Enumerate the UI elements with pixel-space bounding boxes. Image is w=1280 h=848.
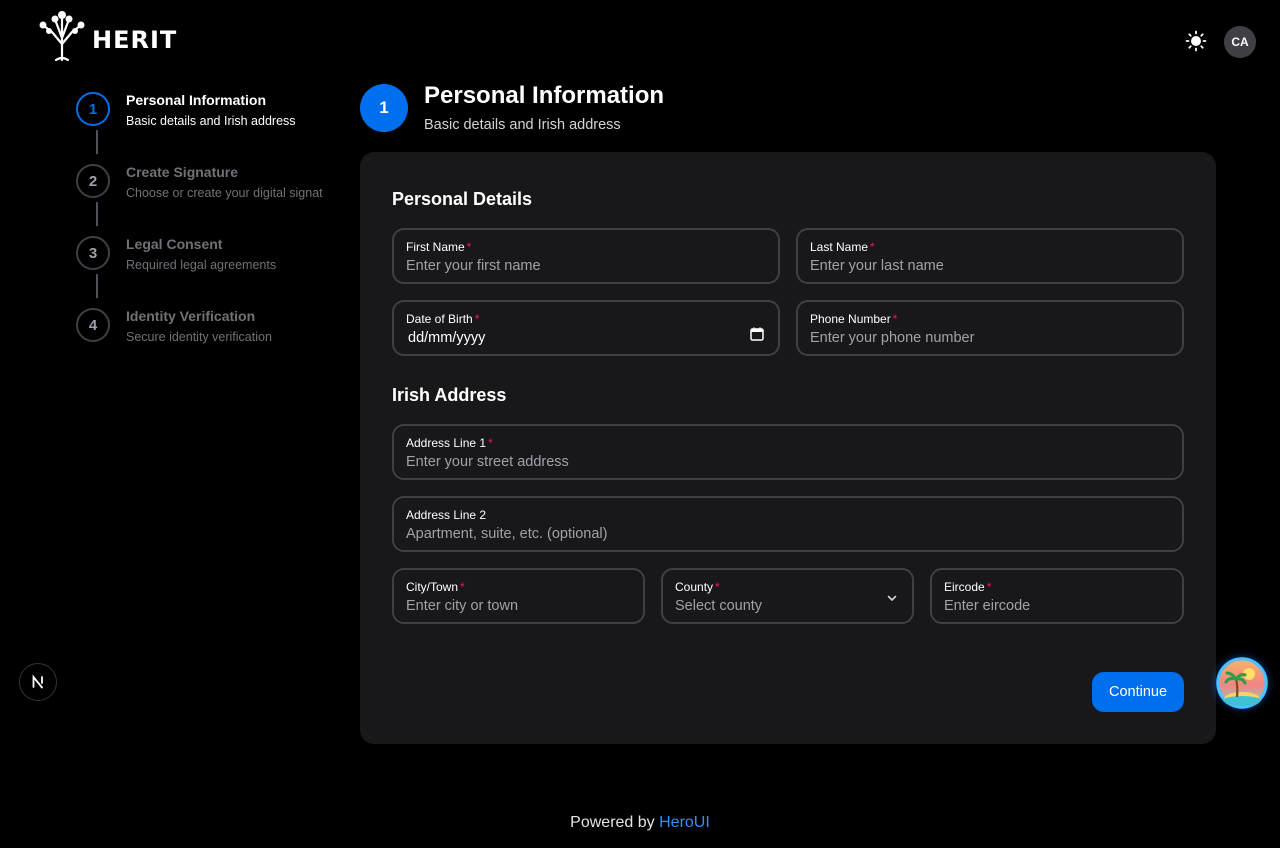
step-description: Required legal agreements bbox=[126, 258, 277, 272]
irish-address-heading: Irish Address bbox=[392, 385, 507, 405]
phone-label: Phone Number bbox=[810, 312, 891, 326]
logo-text: HERIT bbox=[92, 26, 178, 54]
user-avatar[interactable]: CA bbox=[1224, 26, 1256, 58]
required-marker: * bbox=[870, 240, 875, 254]
beach-island-icon bbox=[1216, 657, 1268, 709]
address-line-2-field[interactable]: Address Line 2 Apartment, suite, etc. (o… bbox=[392, 496, 1184, 552]
step-connector bbox=[96, 130, 98, 154]
required-marker: * bbox=[892, 312, 898, 326]
section-number-badge: 1 bbox=[360, 84, 408, 132]
required-marker: * bbox=[474, 312, 480, 326]
eircode-field[interactable]: Eircode * Enter eircode bbox=[930, 568, 1184, 624]
phone-number-field[interactable]: Phone Number * Enter your phone number bbox=[796, 300, 1184, 356]
tree-logo-icon bbox=[39, 11, 85, 62]
step-number: 1 bbox=[76, 92, 110, 126]
sun-icon bbox=[1185, 30, 1207, 52]
step-identity-verification[interactable]: 4 Identity Verification Secure identity … bbox=[76, 304, 346, 376]
progress-stepper: 1 Personal Information Basic details and… bbox=[76, 88, 346, 376]
address-line-1-label: Address Line 1 bbox=[406, 436, 487, 450]
heroui-link[interactable]: HeroUI bbox=[659, 814, 710, 831]
step-description: Secure identity verification bbox=[126, 330, 272, 344]
required-marker: * bbox=[715, 580, 720, 594]
floating-assistant-button[interactable] bbox=[1216, 657, 1268, 709]
step-number: 2 bbox=[76, 164, 110, 198]
form-card: Personal Details First Name * Enter your … bbox=[360, 152, 1216, 744]
required-marker: * bbox=[466, 240, 472, 254]
county-select[interactable]: County * Select county bbox=[661, 568, 914, 624]
step-connector bbox=[96, 274, 98, 298]
chevron-down-icon bbox=[887, 595, 897, 601]
date-of-birth-field[interactable]: Date of Birth * dd/mm/yyyy bbox=[392, 300, 780, 356]
step-connector bbox=[96, 202, 98, 226]
step-title: Create Signature bbox=[126, 164, 239, 180]
first-name-placeholder: Enter your first name bbox=[406, 258, 541, 274]
continue-button[interactable]: Continue bbox=[1092, 672, 1184, 712]
herit-logo[interactable]: HERIT bbox=[36, 8, 177, 62]
step-number: 4 bbox=[76, 308, 110, 342]
eircode-label: Eircode bbox=[944, 580, 985, 594]
city-placeholder: Enter city or town bbox=[406, 598, 519, 614]
required-marker: * bbox=[460, 580, 465, 594]
last-name-label: Last Name bbox=[810, 240, 869, 254]
dob-label: Date of Birth bbox=[406, 312, 473, 326]
city-label: City/Town bbox=[406, 580, 459, 594]
step-description: Basic details and Irish address bbox=[126, 114, 296, 128]
address-line-1-placeholder: Enter your street address bbox=[406, 454, 569, 470]
step-create-signature[interactable]: 2 Create Signature Choose or create your… bbox=[76, 160, 346, 232]
address-line-2-placeholder: Apartment, suite, etc. (optional) bbox=[406, 526, 608, 542]
first-name-label: First Name bbox=[406, 240, 465, 254]
step-personal-information[interactable]: 1 Personal Information Basic details and… bbox=[76, 88, 346, 160]
step-number: 3 bbox=[76, 236, 110, 270]
county-label: County bbox=[675, 580, 714, 594]
last-name-field[interactable]: Last Name * Enter your last name bbox=[796, 228, 1184, 284]
phone-placeholder: Enter your phone number bbox=[810, 330, 975, 346]
step-title: Legal Consent bbox=[126, 236, 223, 252]
address-line-1-field[interactable]: Address Line 1 * Enter your street addres… bbox=[392, 424, 1184, 480]
footer-prefix: Powered by bbox=[570, 814, 655, 831]
step-title: Personal Information bbox=[126, 92, 267, 108]
nextjs-logo-icon bbox=[32, 674, 43, 689]
required-marker: * bbox=[488, 436, 493, 450]
nextjs-dev-indicator[interactable] bbox=[19, 663, 57, 701]
address-line-2-label: Address Line 2 bbox=[406, 508, 487, 522]
county-placeholder: Select county bbox=[675, 598, 763, 614]
step-legal-consent[interactable]: 3 Legal Consent Required legal agreement… bbox=[76, 232, 346, 304]
county-dropdown-toggle[interactable] bbox=[886, 591, 898, 609]
personal-details-heading: Personal Details bbox=[392, 189, 533, 209]
first-name-field[interactable]: First Name * Enter your first name bbox=[392, 228, 780, 284]
page-subtitle: Basic details and Irish address bbox=[424, 117, 621, 133]
theme-toggle-button[interactable] bbox=[1184, 29, 1208, 53]
required-marker: * bbox=[986, 580, 992, 594]
page-title: Personal Information bbox=[424, 82, 665, 109]
city-town-field[interactable]: City/Town * Enter city or town bbox=[392, 568, 645, 624]
calendar-icon bbox=[750, 327, 764, 341]
eircode-placeholder: Enter eircode bbox=[944, 598, 1031, 614]
footer: Powered by HeroUI bbox=[0, 814, 1280, 832]
calendar-button[interactable] bbox=[750, 327, 764, 346]
last-name-placeholder: Enter your last name bbox=[810, 258, 944, 274]
dob-value: dd/mm/yyyy bbox=[408, 330, 486, 346]
step-description: Choose or create your digital signat bbox=[126, 186, 323, 200]
step-title: Identity Verification bbox=[126, 308, 256, 324]
